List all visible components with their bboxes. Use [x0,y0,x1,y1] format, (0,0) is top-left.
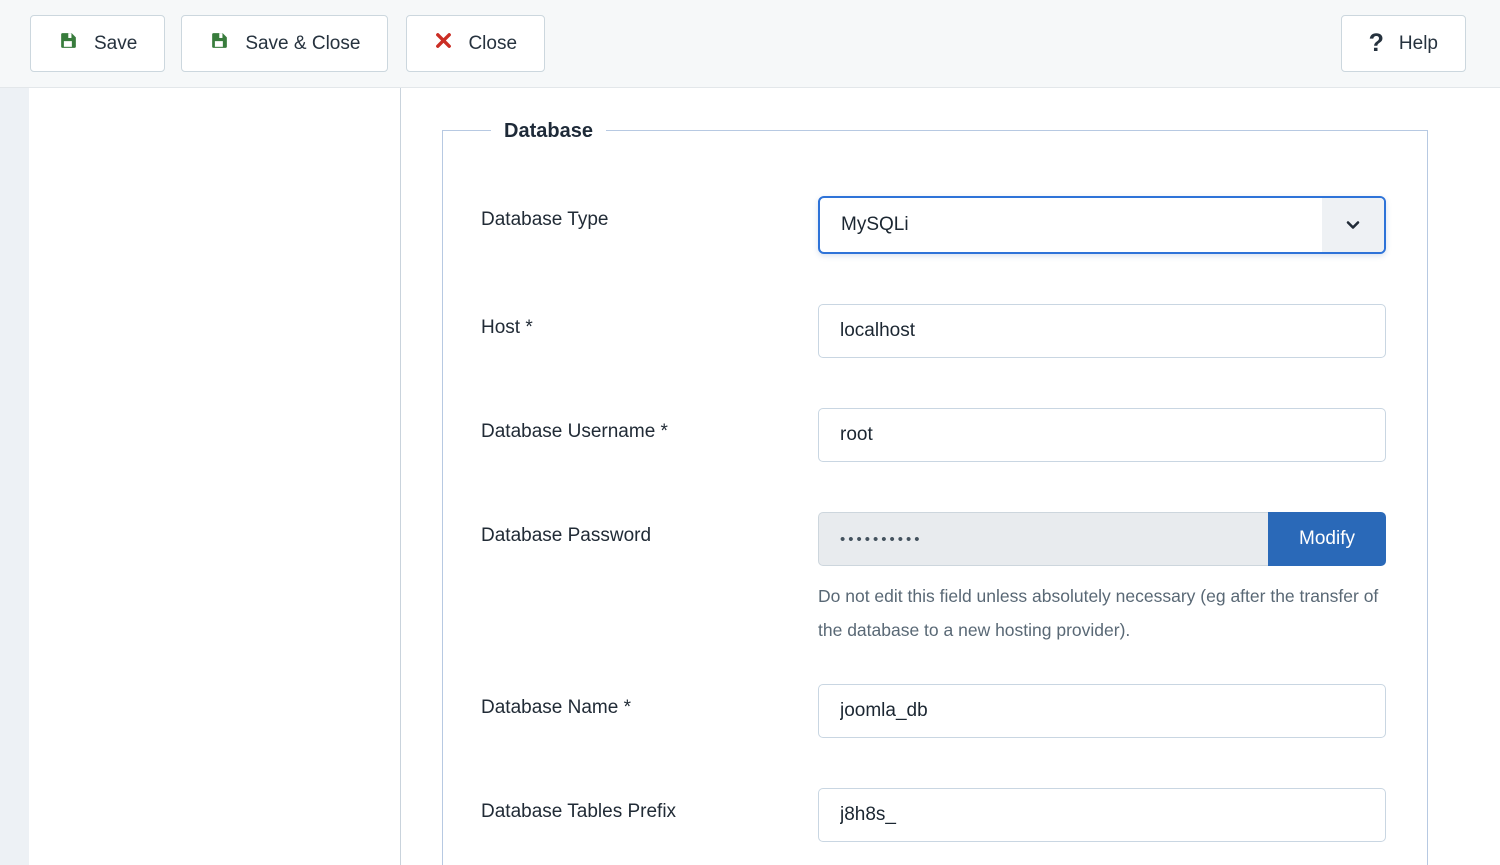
save-and-close-button[interactable]: Save & Close [181,15,388,72]
database-type-selected-value: MySQLi [820,214,1322,236]
content-area: Database Database Type MySQLi [0,88,1500,865]
database-name-row: Database Name * [481,684,1386,738]
database-name-input[interactable] [818,684,1386,738]
chevron-down-icon [1322,198,1384,252]
x-mark-icon [434,31,453,56]
database-username-label: Database Username * [481,408,818,462]
host-row: Host * [481,304,1386,358]
database-password-label: Database Password [481,512,818,647]
floppy-disk-icon [209,30,230,57]
database-type-select[interactable]: MySQLi [818,196,1386,254]
host-label: Host * [481,304,818,358]
fieldset-legend: Database [491,116,606,146]
database-password-input [818,512,1268,566]
collapsed-menu-rail [0,88,29,865]
close-button-label: Close [468,33,517,55]
floppy-disk-icon [58,30,79,57]
database-username-row: Database Username * [481,408,1386,462]
toolbar: Save Save & Close Close ? Help [0,0,1500,88]
main-content: Database Database Type MySQLi [401,88,1500,865]
host-input[interactable] [818,304,1386,358]
database-type-row: Database Type MySQLi [481,196,1386,254]
save-button-label: Save [94,33,137,55]
database-tables-prefix-input[interactable] [818,788,1386,842]
database-tables-prefix-label: Database Tables Prefix [481,788,818,842]
save-button[interactable]: Save [30,15,165,72]
database-type-label: Database Type [481,196,818,254]
modify-password-button[interactable]: Modify [1268,512,1386,566]
sidebar-empty-column [29,88,401,865]
save-and-close-button-label: Save & Close [245,33,360,55]
database-password-row: Database Password Modify Do not edit thi… [481,512,1386,647]
database-password-group: Modify [818,512,1386,566]
question-mark-icon: ? [1369,31,1384,56]
database-username-input[interactable] [818,408,1386,462]
database-fieldset: Database Database Type MySQLi [442,130,1428,865]
help-button-label: Help [1399,33,1438,55]
database-tables-prefix-row: Database Tables Prefix [481,788,1386,842]
database-password-hint: Do not edit this field unless absolutely… [818,579,1386,647]
database-name-label: Database Name * [481,684,818,738]
close-button[interactable]: Close [406,15,545,72]
help-button[interactable]: ? Help [1341,15,1466,72]
